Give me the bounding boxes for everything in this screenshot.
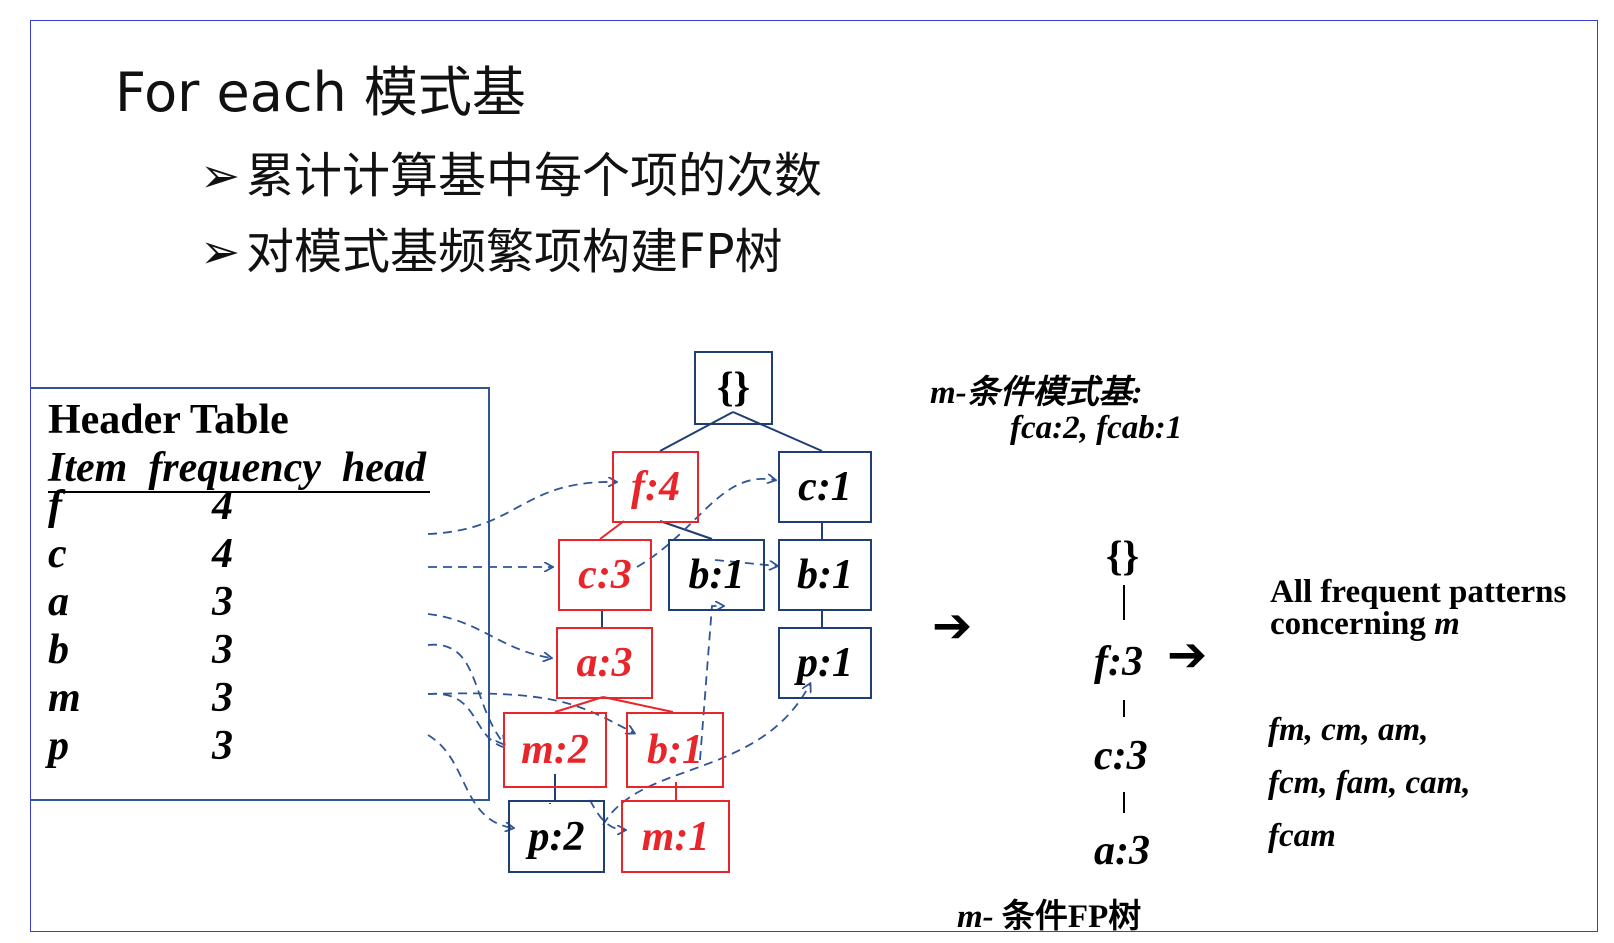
result-heading-concerning: concerning <box>1270 606 1426 642</box>
result-pattern-line-1: fm, cm, am, <box>1268 712 1429 748</box>
tree-node-p1: p:1 <box>778 627 872 699</box>
conditional-tree-caption-prefix: m- <box>957 899 994 935</box>
tree-node-b1-under-c: b:1 <box>778 539 872 611</box>
result-heading-line2: concerning m <box>1270 606 1566 642</box>
tree-node-b1-under-a: b:1 <box>626 712 724 788</box>
tree-root-node: {} <box>694 351 773 425</box>
result-pattern-line-3: fcam <box>1268 818 1336 854</box>
conditional-tree-caption: m- 条件FP树 <box>957 889 1141 937</box>
right-arrow-icon: ➔ <box>932 598 973 654</box>
conditional-tree-node-f3: f:3 <box>1094 639 1143 685</box>
tree-node-m1: m:1 <box>621 800 730 873</box>
right-arrow-icon-2: ➔ <box>1167 627 1208 683</box>
conditional-tree-node-a3: a:3 <box>1094 828 1150 874</box>
conditional-tree-caption-text: 条件FP树 <box>1001 899 1142 935</box>
result-heading: All frequent patterns concerning m <box>1270 574 1567 642</box>
tree-node-a3: a:3 <box>556 627 653 699</box>
conditional-tree-node-c3: c:3 <box>1094 733 1148 779</box>
tree-node-c3: c:3 <box>558 539 652 611</box>
tree-node-b1-under-f: b:1 <box>668 539 765 611</box>
result-heading-item: m <box>1434 606 1460 642</box>
result-heading-line1: All frequent patterns <box>1270 574 1567 610</box>
result-pattern-line-2: fcm, fam, cam, <box>1268 765 1471 801</box>
conditional-tree-root: {} <box>1106 534 1140 580</box>
tree-node-c1: c:1 <box>778 451 872 523</box>
tree-node-m2: m:2 <box>503 712 607 788</box>
conditional-base-heading: m-条件模式基: <box>930 375 1143 411</box>
conditional-base-value: fca:2, fcab:1 <box>1010 410 1183 446</box>
tree-node-p2: p:2 <box>508 800 605 873</box>
tree-node-f4: f:4 <box>612 451 699 523</box>
